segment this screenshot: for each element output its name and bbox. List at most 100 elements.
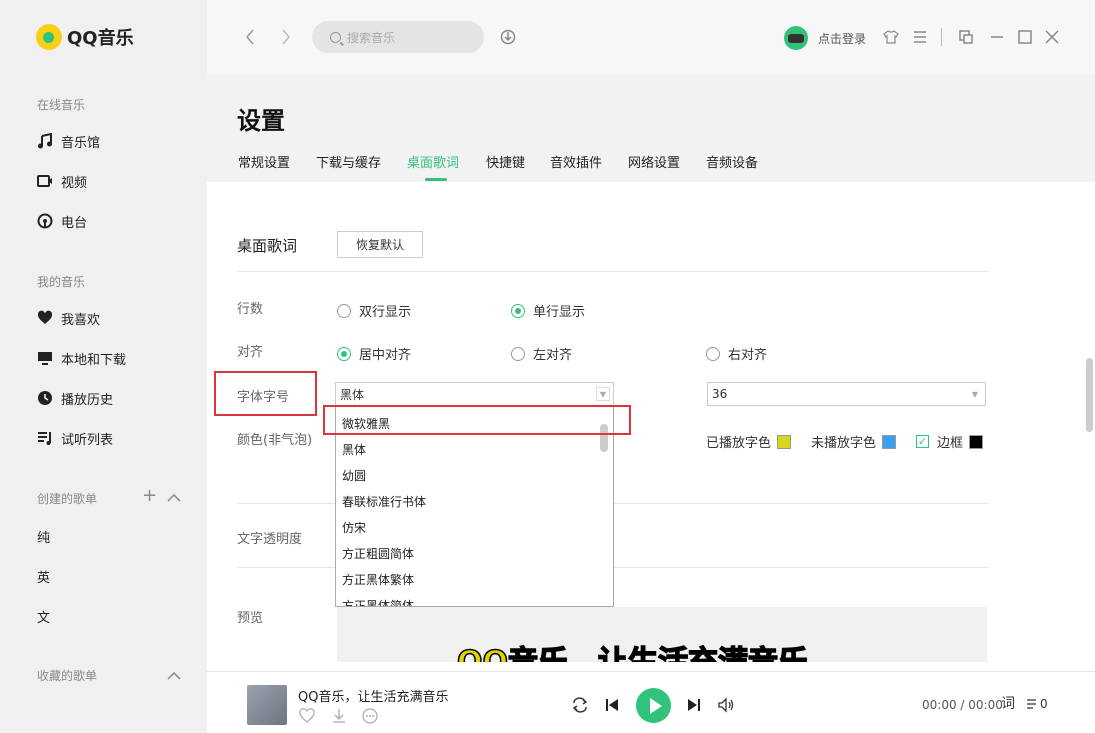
tab-general[interactable]: 常规设置 — [238, 152, 290, 171]
sidebar-item-trial-list[interactable]: 试听列表 — [37, 428, 113, 448]
font-option[interactable]: 方正黑体繁体 — [342, 571, 414, 588]
font-option[interactable]: 方正黑体简体 — [342, 597, 414, 606]
highlight-box — [323, 405, 631, 435]
border-toggle[interactable]: ✓ 边框 — [916, 432, 984, 451]
radio-label: 居中对齐 — [359, 348, 412, 363]
section-title-my-music: 我的音乐 — [37, 275, 86, 289]
radio-label: 双行显示 — [359, 305, 412, 320]
monitor-icon — [37, 350, 53, 366]
font-option[interactable]: 黑体 — [342, 441, 366, 458]
album-cover[interactable] — [247, 685, 287, 725]
playlist-button[interactable]: 0 — [1026, 698, 1048, 710]
radio-label: 单行显示 — [533, 305, 586, 320]
lyrics-preview: QQ音乐，让生活充满音乐 — [337, 607, 987, 662]
mini-mode-icon[interactable] — [958, 29, 974, 49]
radio-circle-checked — [337, 346, 351, 361]
playlist-item[interactable]: 英 — [37, 567, 50, 586]
border-color-swatch[interactable] — [969, 434, 984, 449]
played-color-swatch[interactable] — [777, 434, 792, 449]
tab-audio-device[interactable]: 音频设备 — [706, 152, 758, 171]
like-icon[interactable] — [299, 708, 315, 727]
chevron-down-icon: ▼ — [971, 389, 979, 399]
radio-double-line[interactable]: 双行显示 — [337, 301, 411, 320]
app-logo[interactable]: QQ音乐 — [36, 24, 134, 50]
playlist-item[interactable]: 纯 — [37, 527, 50, 546]
played-color-picker[interactable]: 已播放字色 — [706, 432, 792, 451]
radio-align-right[interactable]: 右对齐 — [706, 344, 767, 363]
tab-download-cache[interactable]: 下载与缓存 — [316, 152, 381, 171]
more-icon[interactable] — [362, 708, 378, 727]
sidebar-item-video[interactable]: 视频 — [37, 171, 87, 191]
download-icon[interactable] — [331, 708, 347, 727]
font-option[interactable]: 春联标准行书体 — [342, 493, 426, 510]
qq-music-logo-icon — [36, 24, 62, 50]
tab-hotkeys[interactable]: 快捷键 — [486, 152, 525, 171]
font-select-value: 黑体 — [340, 387, 365, 402]
maximize-icon[interactable] — [1017, 29, 1033, 49]
tab-network[interactable]: 网络设置 — [628, 152, 680, 171]
divider — [941, 28, 942, 46]
playlist-item[interactable]: 文 — [37, 607, 50, 626]
preview-label: 预览 — [237, 611, 264, 626]
playlist-icon — [1027, 699, 1036, 709]
sidebar-item-label: 播放历史 — [61, 392, 114, 408]
app-name: QQ音乐 — [67, 28, 134, 49]
page-scrollbar[interactable] — [1086, 358, 1093, 432]
tab-desktop-lyrics[interactable]: 桌面歌词 — [407, 152, 459, 171]
minimize-icon[interactable] — [989, 29, 1005, 49]
play-button[interactable] — [636, 688, 671, 723]
sidebar-item-history[interactable]: 播放历史 — [37, 388, 113, 408]
radio-align-left[interactable]: 左对齐 — [511, 344, 572, 363]
sidebar-item-favorites[interactable]: 我喜欢 — [37, 308, 100, 328]
collapse-created-icon[interactable] — [167, 489, 181, 507]
voice-search-icon[interactable] — [500, 28, 516, 50]
search-box[interactable]: 搜索音乐 — [312, 21, 484, 53]
sidebar: QQ音乐 在线音乐 音乐馆 视频 电台 我的音乐 我喜欢 本地和下载 播放历史 … — [0, 0, 207, 733]
font-option[interactable]: 仿宋 — [342, 519, 366, 536]
next-track-icon[interactable] — [686, 697, 702, 716]
sidebar-item-label: 音乐馆 — [61, 135, 101, 151]
font-size-select[interactable]: 36 ▼ — [707, 382, 986, 406]
lyrics-button[interactable]: 词 — [1001, 697, 1015, 711]
font-select[interactable]: 黑体 ▼ — [335, 382, 614, 406]
font-option[interactable]: 方正粗圆简体 — [342, 545, 414, 562]
tab-sound-plugins[interactable]: 音效插件 — [550, 152, 602, 171]
clock-icon — [37, 390, 53, 406]
checkbox-checked-icon[interactable]: ✓ — [916, 435, 929, 448]
song-title[interactable]: QQ音乐，让生活充满音乐 — [298, 686, 448, 705]
sidebar-item-local-download[interactable]: 本地和下载 — [37, 348, 126, 368]
forward-icon[interactable] — [280, 28, 292, 50]
volume-icon[interactable] — [717, 697, 735, 716]
sidebar-item-music-hall[interactable]: 音乐馆 — [37, 131, 100, 151]
preview-lyrics-text: QQ音乐，让生活充满音乐 — [456, 637, 809, 662]
active-tab-indicator — [425, 178, 447, 181]
login-link[interactable]: 点击登录 — [818, 30, 866, 47]
sidebar-item-radio[interactable]: 电台 — [37, 211, 87, 231]
close-icon[interactable] — [1044, 29, 1060, 49]
opacity-label: 文字透明度 — [237, 532, 303, 547]
highlight-box — [214, 371, 317, 416]
radio-align-center[interactable]: 居中对齐 — [337, 344, 411, 363]
section-title-online: 在线音乐 — [37, 98, 86, 112]
reset-default-button[interactable]: 恢复默认 — [337, 231, 423, 258]
unplayed-color-swatch[interactable] — [882, 434, 897, 449]
unplayed-color-label: 未播放字色 — [811, 436, 877, 451]
preview-text-played: QQ音乐， — [456, 644, 599, 662]
unplayed-color-picker[interactable]: 未播放字色 — [811, 432, 897, 451]
sidebar-item-label: 我喜欢 — [61, 312, 101, 328]
previous-track-icon[interactable] — [604, 697, 620, 716]
back-icon[interactable] — [244, 28, 256, 50]
collapse-collected-icon[interactable] — [167, 667, 181, 685]
skin-icon[interactable] — [883, 29, 899, 49]
avatar[interactable] — [784, 26, 808, 50]
playback-time: 00:00 / 00:00 — [922, 698, 1003, 712]
preview-text-unplayed: 让生活充满音乐 — [597, 644, 809, 662]
played-color-label: 已播放字色 — [706, 436, 772, 451]
loop-mode-icon[interactable] — [571, 697, 589, 716]
music-note-icon — [37, 133, 53, 149]
radio-single-line[interactable]: 单行显示 — [511, 301, 585, 320]
sidebar-item-label: 电台 — [61, 215, 88, 231]
add-playlist-icon[interactable]: + — [142, 487, 157, 505]
menu-icon[interactable] — [912, 29, 928, 49]
font-option[interactable]: 幼圆 — [342, 467, 366, 484]
